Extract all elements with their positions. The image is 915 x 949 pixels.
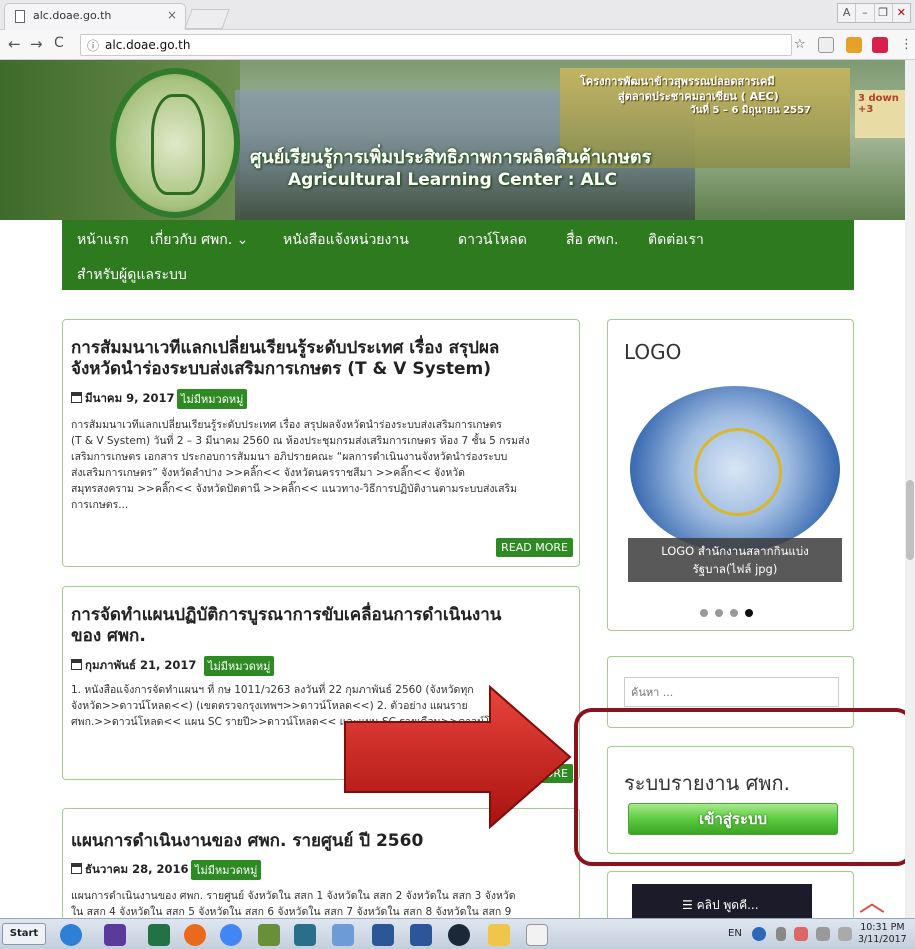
annotation-arrow-icon (344, 684, 572, 830)
extension-icon[interactable] (846, 37, 862, 53)
category-badge[interactable]: ไม่มีหมวดหมู่ (204, 656, 275, 676)
browser-toolbar: ← → C ⓘ alc.doae.go.th ☆ ⋮ (0, 30, 915, 60)
nav-item-downloads[interactable]: ดาวน์โหลด (458, 229, 527, 251)
banner-side-text: 3 down +3 (855, 90, 905, 138)
video-thumbnail[interactable]: ☰ คลิป พูดคี... (632, 884, 812, 918)
calendar-icon (71, 392, 82, 403)
nav-item-home[interactable]: หน้าแรก (77, 229, 129, 251)
volume-icon[interactable] (838, 927, 852, 941)
search-input[interactable] (624, 677, 839, 707)
logo-widget: LOGO LOGO สำนักงานสลากกินแบ่ง รัฐบาล(ไฟล… (607, 319, 854, 631)
tray-icon[interactable] (752, 927, 766, 941)
scroll-to-top-icon[interactable]: ︿ (859, 882, 885, 918)
folder-icon[interactable] (488, 924, 510, 946)
category-badge[interactable]: ไม่มีหมวดหมู่ (191, 860, 262, 880)
slider-dot[interactable] (715, 609, 723, 617)
window-close-button[interactable]: ✕ (891, 4, 910, 22)
browser-menu-icon[interactable]: ⋮ (900, 37, 913, 52)
site-banner: โครงการพัฒนาข้าวสุพรรณปลอดสารเคมี สู่ตลา… (0, 60, 905, 220)
extension-icon[interactable] (818, 37, 834, 53)
video-widget: ☰ คลิป พูดคี... (607, 871, 854, 918)
slider-dot[interactable] (730, 609, 738, 617)
profile-button[interactable]: A (838, 4, 855, 22)
nav-item-notices[interactable]: หนังสือแจ้งหน่วยงาน (283, 229, 409, 251)
video-label: ☰ คลิป พูดคี... (682, 898, 759, 912)
language-indicator[interactable]: EN (728, 928, 742, 939)
post-date: มีนาคม 9, 2017 (71, 390, 175, 408)
firefox-icon[interactable] (184, 924, 206, 946)
address-bar[interactable]: ⓘ alc.doae.go.th (80, 34, 792, 56)
nav-item-contact[interactable]: ติดต่อเรา (648, 229, 704, 251)
start-button[interactable]: Start (2, 923, 46, 945)
widget-title: LOGO (624, 340, 682, 364)
os-taskbar: Start EN 10:31 PM 3/11/2017 (0, 918, 915, 949)
annotation-highlight-frame (574, 708, 914, 866)
page-icon (15, 10, 25, 23)
tab-title: alc.doae.go.th (33, 9, 112, 22)
post-title[interactable]: แผนการดำเนินงานของ ศพก. รายศูนย์ ปี 2560 (71, 831, 423, 852)
minimize-button[interactable]: – (855, 4, 873, 22)
post-date: ธันวาคม 28, 2016 (71, 861, 188, 879)
word-icon[interactable] (410, 924, 432, 946)
system-clock[interactable]: 10:31 PM 3/11/2017 (858, 922, 907, 946)
post-title[interactable]: การสัมมนาเวทีแลกเปลี่ยนเรียนรู้ระดับประเ… (71, 338, 499, 380)
nav-item-about[interactable]: เกี่ยวกับ ศพก. ⌄ (150, 229, 248, 251)
app-icon[interactable] (332, 924, 354, 946)
slider-dots (700, 602, 760, 621)
maximize-button[interactable]: ❐ (873, 4, 892, 22)
excel-icon[interactable] (148, 924, 170, 946)
post-excerpt: การสัมมนาเวทีแลกเปลี่ยนเรียนรู้ระดับประเ… (71, 419, 530, 511)
reload-icon[interactable]: C (54, 35, 64, 51)
logo-slide-image[interactable] (630, 386, 840, 552)
read-more-button[interactable]: READ MORE (496, 538, 573, 557)
calendar-icon (71, 863, 82, 874)
bookmark-star-icon[interactable]: ☆ (794, 37, 806, 52)
slide-caption: LOGO สำนักงานสลากกินแบ่ง รัฐบาล(ไฟล์ jpg… (628, 538, 842, 582)
network-icon[interactable] (816, 927, 830, 941)
slider-dot-active[interactable] (745, 609, 753, 617)
app-icon[interactable] (104, 924, 126, 946)
category-badge[interactable]: ไม่มีหมวดหมู่ (177, 389, 248, 409)
browser-tab[interactable]: alc.doae.go.th × (4, 3, 186, 30)
back-icon[interactable]: ← (8, 35, 21, 53)
tray-icon[interactable] (794, 927, 808, 941)
app-icon[interactable] (372, 924, 394, 946)
post-card: การสัมมนาเวทีแลกเปลี่ยนเรียนรู้ระดับประเ… (62, 319, 580, 567)
post-title[interactable]: การจัดทำแผนปฏิบัติการบูรณาการขับเคลื่อนก… (71, 605, 501, 647)
ie-icon[interactable] (60, 924, 82, 946)
tab-close-icon[interactable]: × (167, 8, 177, 22)
site-title-english: Agricultural Learning Center : ALC (288, 170, 617, 190)
nav-item-admin[interactable]: สำหรับผู้ดูแลระบบ (77, 264, 187, 286)
info-icon[interactable]: ⓘ (87, 37, 99, 54)
slider-dot[interactable] (700, 609, 708, 617)
page-scrollbar[interactable] (905, 60, 915, 918)
main-navigation: หน้าแรก เกี่ยวกับ ศพก. ⌄ หนังสือแจ้งหน่ว… (62, 220, 854, 290)
app-icon[interactable] (294, 924, 316, 946)
site-logo-seal[interactable] (110, 68, 240, 218)
url-text: alc.doae.go.th (105, 38, 191, 52)
tray-icon[interactable] (776, 927, 786, 941)
extension-icon[interactable] (872, 37, 888, 53)
site-title-thai: ศูนย์เรียนรู้การเพิ่มประสิทธิภาพการผลิตส… (250, 147, 652, 168)
scrollbar-thumb[interactable] (906, 480, 914, 560)
calendar-icon (71, 659, 82, 670)
banner-event-date: วันที่ 5 – 6 มิถุนายน 2557 (690, 105, 811, 116)
forward-icon[interactable]: → (30, 35, 43, 53)
browser-tab-bar: alc.doae.go.th × A – ❐ ✕ (0, 0, 915, 30)
window-controls: A – ❐ ✕ (837, 3, 911, 23)
post-excerpt: แผนการดำเนินงานของ ศพก. รายศูนย์ จังหวัด… (71, 890, 516, 918)
chrome-icon[interactable] (220, 924, 242, 946)
post-date: กุมภาพันธ์ 21, 2017 (71, 657, 196, 675)
new-tab-button[interactable] (184, 9, 230, 29)
chrome-window-icon[interactable] (526, 924, 548, 946)
web-page: โครงการพัฒนาข้าวสุพรรณปลอดสารเคมี สู่ตลา… (0, 60, 915, 918)
steam-icon[interactable] (448, 924, 470, 946)
nav-item-media[interactable]: สื่อ ศพก. (566, 229, 618, 251)
minecraft-icon[interactable] (258, 924, 280, 946)
